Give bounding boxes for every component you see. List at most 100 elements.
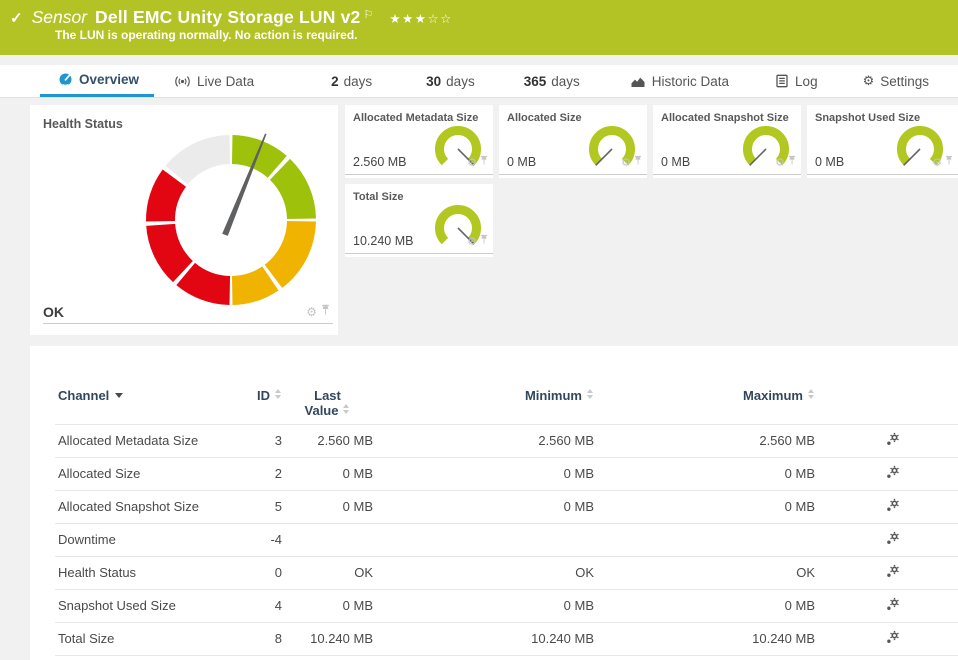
pin-icon[interactable]	[788, 153, 796, 171]
sort-icon	[587, 389, 594, 399]
table-row: Allocated Snapshot Size 5 0 MB 0 MB 0 MB	[55, 489, 958, 523]
gauge-icon	[58, 72, 73, 87]
table-row: Downtime -4	[55, 522, 958, 556]
sensor-title: Dell EMC Unity Storage LUN v2	[95, 7, 361, 27]
tab-365-days[interactable]: 365 days	[524, 65, 580, 97]
pin-icon[interactable]	[480, 232, 488, 250]
last-value: 0 MB	[282, 588, 373, 622]
column-header-maximum[interactable]: Maximum	[594, 372, 815, 424]
gauge-panel-allocated-metadata-size: Allocated Metadata Size 2.560 MB ⚙	[345, 105, 493, 178]
tab-log[interactable]: Log	[775, 65, 818, 97]
column-label: Last Value	[304, 388, 341, 418]
channel-id: -4	[238, 522, 282, 556]
sort-icon	[343, 404, 350, 414]
gauge-panel-total-size: Total Size 10.240 MB ⚙	[345, 184, 493, 257]
channel-name: Downtime	[55, 522, 238, 556]
column-header-id[interactable]: ID	[238, 372, 282, 424]
pin-icon[interactable]	[945, 153, 953, 171]
channel-settings-icon[interactable]	[886, 630, 901, 647]
column-label: ID	[257, 388, 270, 403]
table-row: Allocated Metadata Size 3 2.560 MB 2.560…	[55, 423, 958, 457]
panel-settings-gear-icon[interactable]: ⚙	[467, 236, 477, 247]
channel-settings-icon[interactable]	[886, 597, 901, 614]
channel-id: 0	[238, 555, 282, 589]
tab-30-days[interactable]: 30 days	[426, 65, 475, 97]
gauge-panel-allocated-snapshot-size: Allocated Snapshot Size 0 MB ⚙	[653, 105, 801, 178]
tab-historic-data[interactable]: Historic Data	[630, 65, 729, 97]
column-header-minimum[interactable]: Minimum	[373, 372, 594, 424]
tab-number: 30	[426, 73, 442, 89]
pin-icon[interactable]	[480, 153, 488, 171]
maximum-value: 0 MB	[594, 456, 815, 490]
panel-title: Health Status	[43, 117, 123, 131]
panel-divider	[499, 174, 647, 175]
column-header-last-value[interactable]: Last Value	[282, 372, 373, 424]
channel-settings-icon[interactable]	[886, 498, 901, 515]
minimum-value: 0 MB	[373, 489, 594, 523]
log-list-icon	[775, 74, 789, 88]
pin-icon[interactable]	[634, 153, 642, 171]
panel-divider	[43, 323, 333, 324]
sort-desc-icon	[115, 393, 124, 398]
last-value: 2.560 MB	[282, 423, 373, 457]
pin-icon[interactable]	[321, 303, 330, 321]
minimum-value: OK	[373, 555, 594, 589]
panel-divider	[807, 174, 958, 175]
panel-settings-gear-icon[interactable]: ⚙	[621, 157, 631, 168]
channel-id: 5	[238, 489, 282, 523]
sort-icon	[275, 389, 282, 399]
channel-settings-icon[interactable]	[886, 432, 901, 449]
gear-icon: ⚙	[862, 73, 875, 89]
object-kind-label: Sensor	[31, 7, 88, 27]
minimum-value: 0 MB	[373, 456, 594, 490]
health-status-gauge	[146, 133, 316, 305]
gauge-value: 2.560 MB	[353, 155, 407, 169]
priority-stars[interactable]: ★★★☆☆	[389, 11, 453, 26]
panel-divider	[653, 174, 801, 175]
channel-name: Allocated Size	[55, 456, 238, 490]
panel-title: Allocated Size	[507, 112, 582, 124]
panel-settings-gear-icon[interactable]: ⚙	[467, 157, 477, 168]
panel-title: Total Size	[353, 191, 404, 203]
column-header-channel[interactable]: Channel	[55, 372, 238, 424]
priority-flag-icon[interactable]: ⚐	[363, 8, 373, 21]
tab-label: days	[343, 73, 373, 89]
channel-settings-icon[interactable]	[886, 564, 901, 581]
maximum-value: 2.560 MB	[594, 423, 815, 457]
last-value: OK	[282, 555, 373, 589]
channel-name: Total Size	[55, 621, 238, 656]
channel-settings-icon[interactable]	[886, 465, 901, 482]
channel-id: 2	[238, 456, 282, 490]
maximum-value: OK	[594, 555, 815, 589]
maximum-value	[594, 522, 815, 556]
area-chart-icon	[630, 75, 646, 88]
gauge-panel-allocated-size: Allocated Size 0 MB ⚙	[499, 105, 647, 178]
tab-label: Live Data	[197, 73, 255, 89]
tab-settings[interactable]: ⚙ Settings	[863, 65, 929, 97]
tab-label: days	[551, 73, 580, 89]
tab-live-data[interactable]: Live Data	[174, 65, 254, 97]
channel-name: Health Status	[55, 555, 238, 589]
health-status-value: OK	[43, 304, 64, 320]
panel-settings-gear-icon[interactable]: ⚙	[775, 157, 785, 168]
sensor-status-banner: ✓ Sensor Dell EMC Unity Storage LUN v2 ⚐…	[0, 0, 958, 55]
sensor-status-message: The LUN is operating normally. No action…	[55, 28, 358, 42]
status-check-icon: ✓	[10, 10, 23, 27]
tab-2-days[interactable]: 2 days	[331, 65, 372, 97]
tab-label: days	[446, 73, 475, 89]
channel-settings-icon[interactable]	[886, 531, 901, 548]
tab-label: Overview	[79, 72, 140, 87]
panel-settings-gear-icon[interactable]: ⚙	[306, 306, 317, 318]
gauge-value: 0 MB	[815, 155, 845, 169]
tab-number: 365	[523, 73, 547, 89]
minimum-value: 10.240 MB	[373, 621, 594, 656]
channel-id: 8	[238, 621, 282, 656]
gauge-value: 10.240 MB	[353, 234, 414, 248]
table-header-row: Channel ID Last Value Minimum Maximum	[55, 372, 958, 424]
broadcast-icon	[174, 75, 191, 88]
tab-overview[interactable]: Overview	[40, 65, 155, 97]
panel-settings-gear-icon[interactable]: ⚙	[932, 157, 942, 168]
minimum-value	[373, 522, 594, 556]
last-value: 0 MB	[282, 489, 373, 523]
panel-divider	[345, 174, 493, 175]
